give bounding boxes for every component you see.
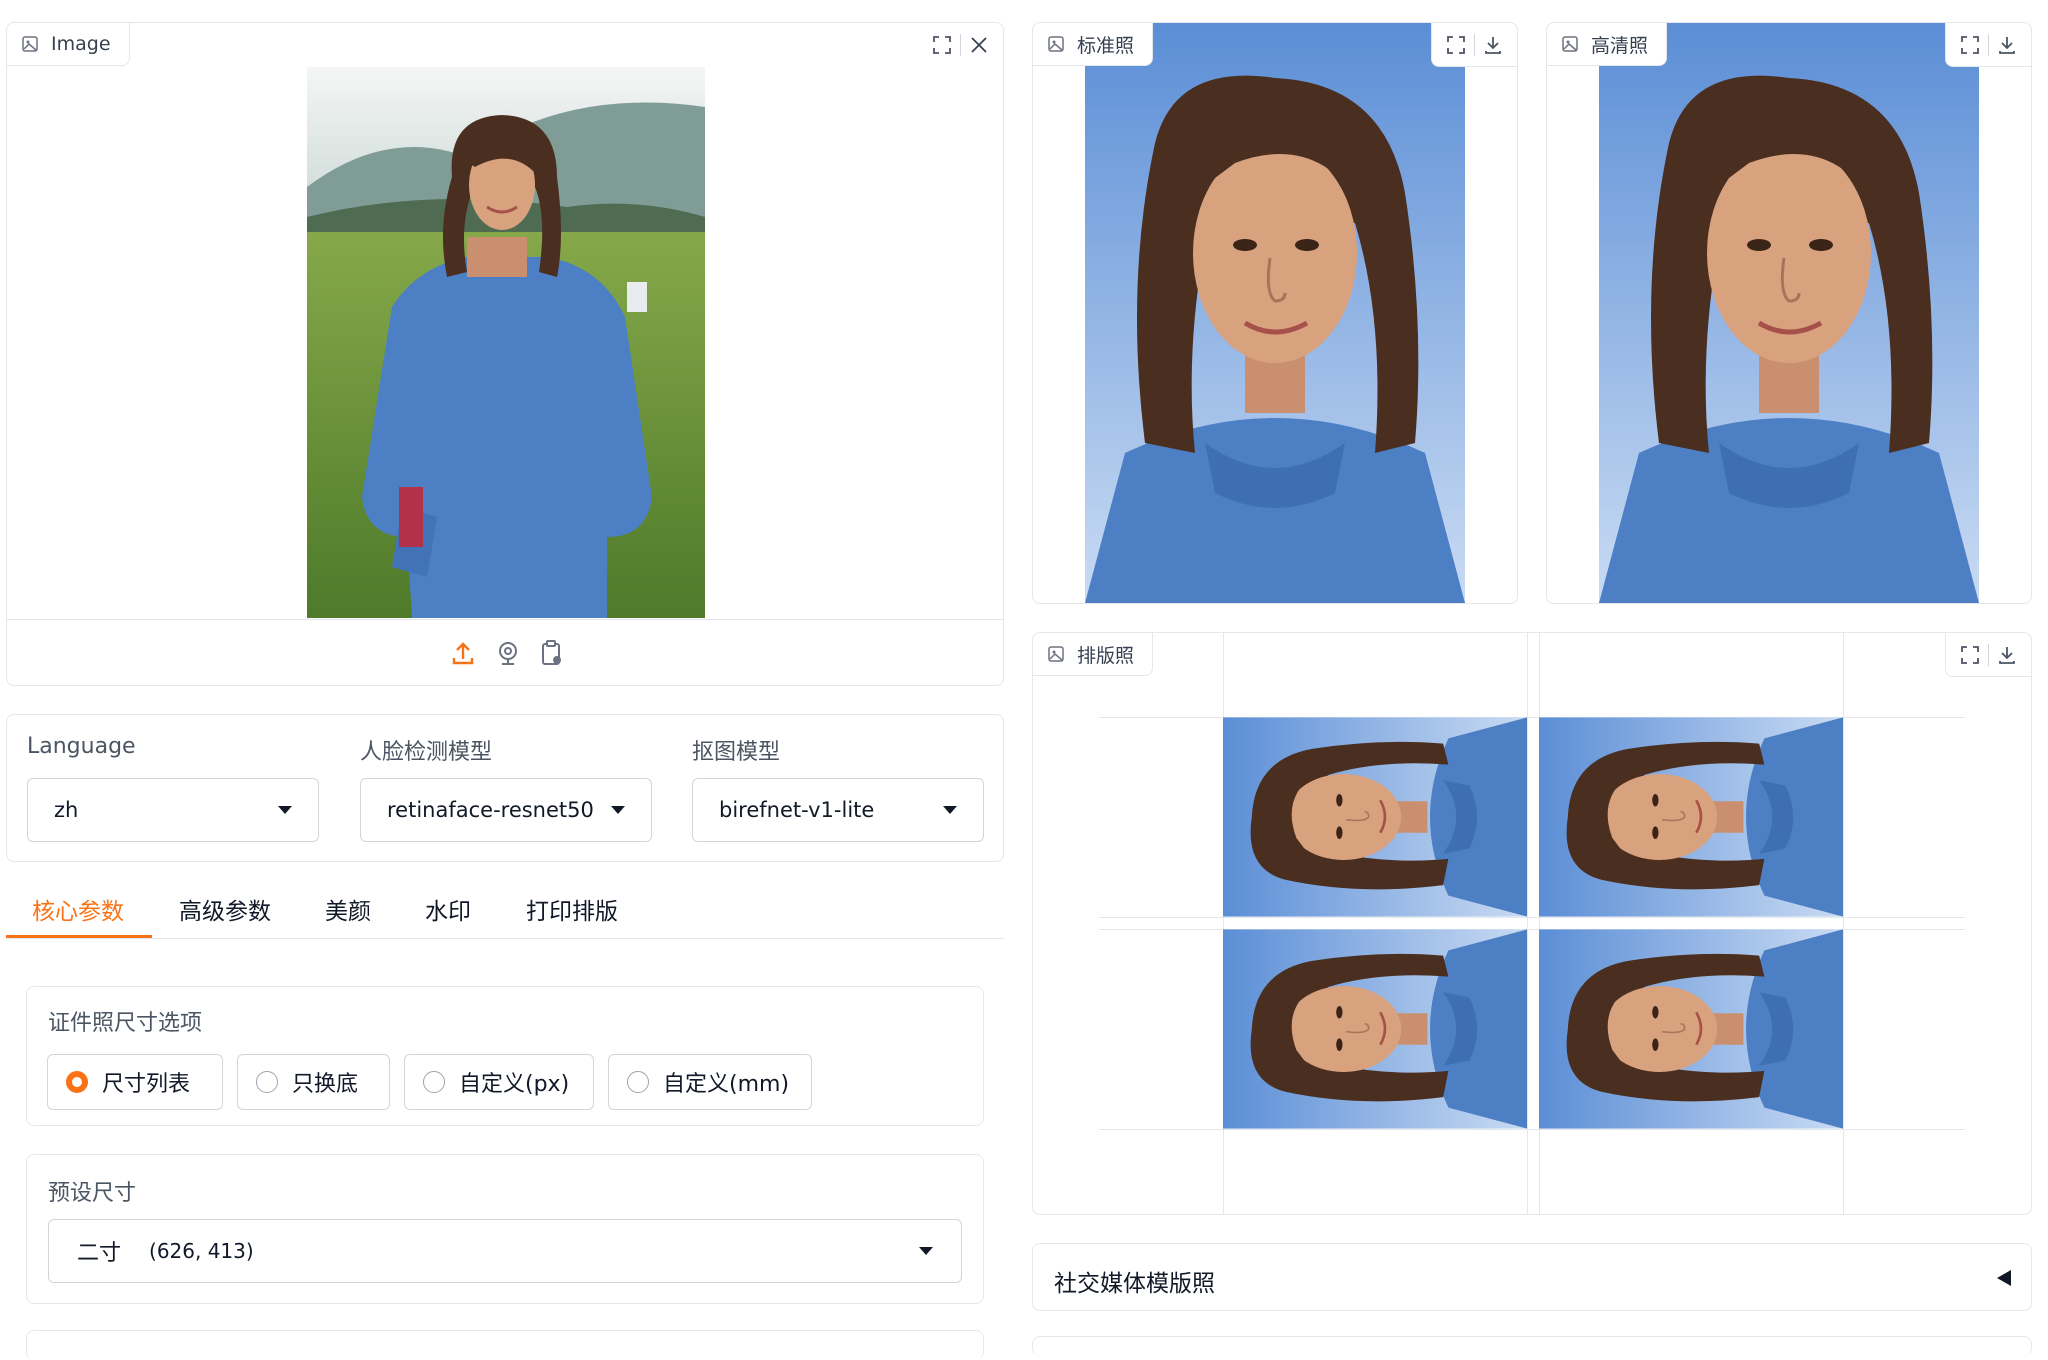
face-model-value: retinaface-resnet50: [387, 798, 594, 822]
preset-size-group: 预设尺寸 二寸 (626, 413): [26, 1154, 984, 1304]
face-model-label: 人脸检测模型: [360, 740, 493, 765]
tab-watermark[interactable]: 水印: [425, 880, 471, 938]
preset-size-value: 二寸 (626, 413): [77, 1235, 254, 1267]
hd-photo-label: 高清照: [1547, 23, 1668, 66]
layout-photo-cell: [1539, 929, 1843, 1129]
image-icon: [1048, 36, 1064, 52]
input-image-panel: Image: [6, 22, 1004, 686]
layout-photo-cell: [1539, 717, 1843, 917]
active-tab-indicator: [6, 935, 152, 938]
input-image-tools: [918, 23, 1003, 66]
upload-icon[interactable]: [448, 638, 478, 668]
hd-photo-tools: [1945, 23, 2031, 67]
matting-model-value: birefnet-v1-lite: [719, 798, 875, 822]
tab-label: 高级参数: [179, 899, 271, 925]
hd-photo-panel: 高清照: [1546, 22, 2032, 604]
radio-indicator: [256, 1071, 278, 1093]
chevron-down-icon: [943, 806, 957, 814]
layout-guide: [1099, 917, 1965, 918]
layout-guide: [1843, 633, 1844, 1214]
tab-print-layout[interactable]: 打印排版: [526, 880, 618, 938]
tab-label: 美颜: [325, 899, 371, 925]
language-value: zh: [54, 798, 79, 822]
model-settings-panel: Language zh 人脸检测模型 retinaface-resnet50 抠…: [6, 714, 1004, 862]
radio-indicator: [627, 1071, 649, 1093]
language-select[interactable]: zh: [27, 778, 319, 842]
preset-size-label: 预设尺寸: [48, 1181, 137, 1206]
image-icon: [1562, 36, 1578, 52]
radio-size-list[interactable]: 尺寸列表: [47, 1054, 223, 1110]
layout-guide: [1527, 633, 1528, 1214]
download-icon[interactable]: [1475, 27, 1511, 63]
chevron-down-icon: [919, 1247, 933, 1255]
input-photo: [307, 67, 705, 618]
tab-beauty[interactable]: 美颜: [325, 880, 371, 938]
fullscreen-icon[interactable]: [924, 27, 960, 63]
standard-photo-label: 标准照: [1033, 23, 1154, 66]
language-label: Language: [27, 734, 136, 759]
input-image-label: Image: [7, 23, 130, 66]
standard-photo-tools: [1431, 23, 1517, 67]
face-model-select[interactable]: retinaface-resnet50: [360, 778, 652, 842]
tab-core-params[interactable]: 核心参数: [32, 880, 124, 938]
radio-label: 自定义(px): [459, 1072, 570, 1097]
layout-photo-panel: 排版照: [1032, 632, 2032, 1215]
radio-indicator: [423, 1071, 445, 1093]
layout-photo-tools: [1945, 633, 2031, 677]
radio-label: 只换底: [292, 1072, 359, 1097]
hd-photo: [1597, 23, 1981, 603]
radio-label: 尺寸列表: [102, 1072, 191, 1097]
hd-photo-label-text: 高清照: [1591, 34, 1649, 57]
image-icon: [1048, 646, 1064, 662]
collapse-left-icon[interactable]: [1997, 1270, 2011, 1286]
standard-photo: [1083, 23, 1467, 603]
image-icon: [22, 36, 38, 52]
input-source-bar: [7, 619, 1003, 620]
clipboard-icon[interactable]: [537, 638, 567, 668]
download-icon[interactable]: [1989, 27, 2025, 63]
chevron-down-icon: [278, 806, 292, 814]
tab-label: 核心参数: [32, 899, 124, 925]
tab-advanced-params[interactable]: 高级参数: [179, 880, 271, 938]
tab-label: 水印: [425, 899, 471, 925]
parameter-tabs: 核心参数 高级参数 美颜 水印 打印排版: [6, 880, 1004, 939]
matting-model-select[interactable]: birefnet-v1-lite: [692, 778, 984, 842]
matting-model-label: 抠图模型: [692, 740, 781, 765]
radio-custom-px[interactable]: 自定义(px): [404, 1054, 594, 1110]
preset-size-select[interactable]: 二寸 (626, 413): [48, 1219, 962, 1283]
radio-custom-mm[interactable]: 自定义(mm): [608, 1054, 812, 1110]
close-icon[interactable]: [961, 27, 997, 63]
radio-indicator: [66, 1071, 88, 1093]
radio-only-background[interactable]: 只换底: [237, 1054, 390, 1110]
preset-size-dims: (626, 413): [149, 1239, 254, 1263]
download-icon[interactable]: [1989, 637, 2025, 673]
next-section-panel: [26, 1330, 984, 1360]
input-image-label-text: Image: [51, 33, 111, 55]
layout-photo-cell: [1223, 717, 1527, 917]
radio-label: 自定义(mm): [663, 1072, 790, 1097]
layout-photo-label-text: 排版照: [1077, 644, 1135, 667]
fullscreen-icon[interactable]: [1952, 637, 1988, 673]
standard-photo-label-text: 标准照: [1077, 34, 1135, 57]
fullscreen-icon[interactable]: [1438, 27, 1474, 63]
social-template-label: 社交媒体模版照: [1054, 1271, 1215, 1297]
social-template-accordion[interactable]: 社交媒体模版照: [1032, 1243, 2032, 1311]
preset-size-name: 二寸: [77, 1241, 122, 1266]
fullscreen-icon[interactable]: [1952, 27, 1988, 63]
chevron-down-icon: [611, 806, 625, 814]
layout-photo-cell: [1223, 929, 1527, 1129]
layout-guide: [1099, 1129, 1965, 1130]
size-mode-label: 证件照尺寸选项: [48, 1011, 203, 1036]
standard-photo-panel: 标准照: [1032, 22, 1518, 604]
tab-label: 打印排版: [526, 899, 618, 925]
next-section-panel: [1032, 1336, 2032, 1356]
webcam-icon[interactable]: [493, 638, 523, 668]
layout-photo-label: 排版照: [1033, 633, 1154, 676]
